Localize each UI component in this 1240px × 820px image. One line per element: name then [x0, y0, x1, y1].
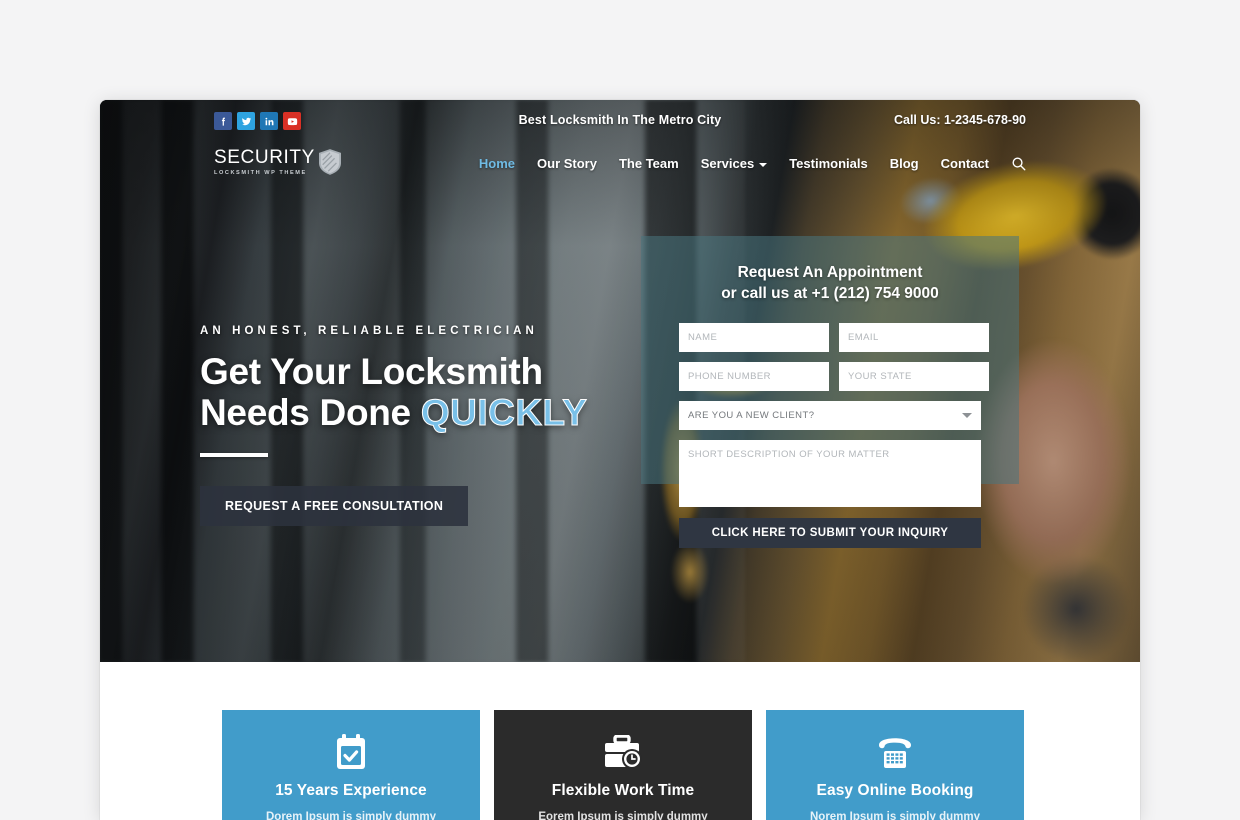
matter-description-textarea[interactable] [679, 440, 981, 507]
nav-label: Our Story [537, 156, 597, 171]
hero-divider [200, 453, 268, 457]
hero-eyebrow: AN HONEST, RELIABLE ELECTRICIAN [200, 325, 538, 337]
request-consultation-button[interactable]: REQUEST A FREE CONSULTATION [200, 486, 469, 526]
headline-line-2-plain: Needs Done [200, 392, 421, 433]
shield-icon [318, 149, 341, 175]
nav-label: Contact [940, 156, 989, 171]
feature-card-title: Flexible Work Time [551, 782, 695, 799]
site-logo[interactable]: SECURITY LOCKSMITH WP THEME [214, 148, 341, 178]
features-section: 15 Years Experience Dorem Ipsum is simpl… [100, 662, 1140, 820]
nav-item-the-team[interactable]: The Team [608, 152, 690, 175]
nav-label: Home [478, 156, 516, 171]
nav-item-blog[interactable]: Blog [879, 152, 930, 175]
nav-item-contact[interactable]: Contact [930, 152, 1000, 175]
feature-card-text: Dorem Ipsum is simply dummy [266, 811, 436, 820]
nav-item-testimonials[interactable]: Testimonials [778, 152, 879, 175]
nav-label: The Team [618, 156, 679, 171]
nav-items: Home Our Story The Team Services Testimo… [468, 152, 1026, 175]
headline-line-1: Get Your Locksmith [200, 351, 543, 392]
website-page-frame: Best Locksmith In The Metro City Call Us… [100, 100, 1140, 820]
new-client-select-wrapper: ARE YOU A NEW CLIENT?YESNO [679, 401, 981, 430]
phone-input[interactable] [679, 362, 829, 391]
briefcase-clock-icon [603, 733, 643, 771]
submit-inquiry-button[interactable]: CLICK HERE TO SUBMIT YOUR INQUIRY [679, 518, 981, 548]
feature-card-online-booking[interactable]: Easy Online Booking Norem Ipsum is simpl… [766, 710, 1024, 820]
screenshot-canvas: Best Locksmith In The Metro City Call Us… [0, 0, 1240, 820]
form-title: Request An Appointment [737, 264, 923, 281]
hero-headline: Get Your Locksmith Needs Done QUICKLY [200, 351, 670, 434]
name-input[interactable] [679, 323, 829, 352]
nav-label: Services [700, 156, 755, 171]
hero-section: Best Locksmith In The Metro City Call Us… [100, 100, 1140, 662]
feature-card-experience[interactable]: 15 Years Experience Dorem Ipsum is simpl… [222, 710, 480, 820]
form-phone-line: or call us at +1 (212) 754 9000 [721, 285, 939, 302]
logo-name: SECURITY [214, 147, 315, 168]
appointment-form: Request An Appointment or call us at +1 … [641, 236, 1019, 578]
feature-card-work-time[interactable]: Flexible Work Time Eorem Ipsum is simply… [494, 710, 752, 820]
calendar-check-icon [334, 733, 368, 771]
hero-copy-block: AN HONEST, RELIABLE ELECTRICIAN Get Your… [200, 325, 670, 526]
nav-label: Testimonials [789, 156, 868, 171]
headline-accent-word: QUICKLY [420, 392, 588, 434]
feature-card-text: Norem Ipsum is simply dummy [810, 811, 980, 820]
feature-card-text: Eorem Ipsum is simply dummy [538, 811, 708, 820]
nav-item-home[interactable]: Home [468, 152, 526, 175]
call-us-text[interactable]: Call Us: 1-2345-678-90 [894, 113, 1026, 127]
search-icon[interactable] [1011, 156, 1026, 171]
nav-item-services[interactable]: Services [690, 152, 779, 175]
state-input[interactable] [839, 362, 989, 391]
chevron-down-icon [759, 162, 768, 167]
telephone-icon [876, 733, 914, 771]
feature-card-title: Easy Online Booking [816, 782, 974, 799]
nav-label: Blog [889, 156, 919, 171]
logo-tagline: LOCKSMITH WP THEME [214, 170, 307, 176]
new-client-select[interactable]: ARE YOU A NEW CLIENT?YESNO [679, 401, 981, 430]
appointment-form-panel: Request An Appointment or call us at +1 … [641, 236, 1019, 548]
logo-text-block: SECURITY LOCKSMITH WP THEME [214, 148, 315, 178]
form-row-2 [679, 362, 989, 391]
feature-card-title: 15 Years Experience [275, 782, 427, 799]
feature-cards: 15 Years Experience Dorem Ipsum is simpl… [222, 710, 1024, 820]
nav-item-our-story[interactable]: Our Story [526, 152, 608, 175]
main-navigation-bar: SECURITY LOCKSMITH WP THEME Home Our Sto… [100, 140, 1140, 196]
form-row-1 [679, 323, 989, 352]
email-input[interactable] [839, 323, 989, 352]
